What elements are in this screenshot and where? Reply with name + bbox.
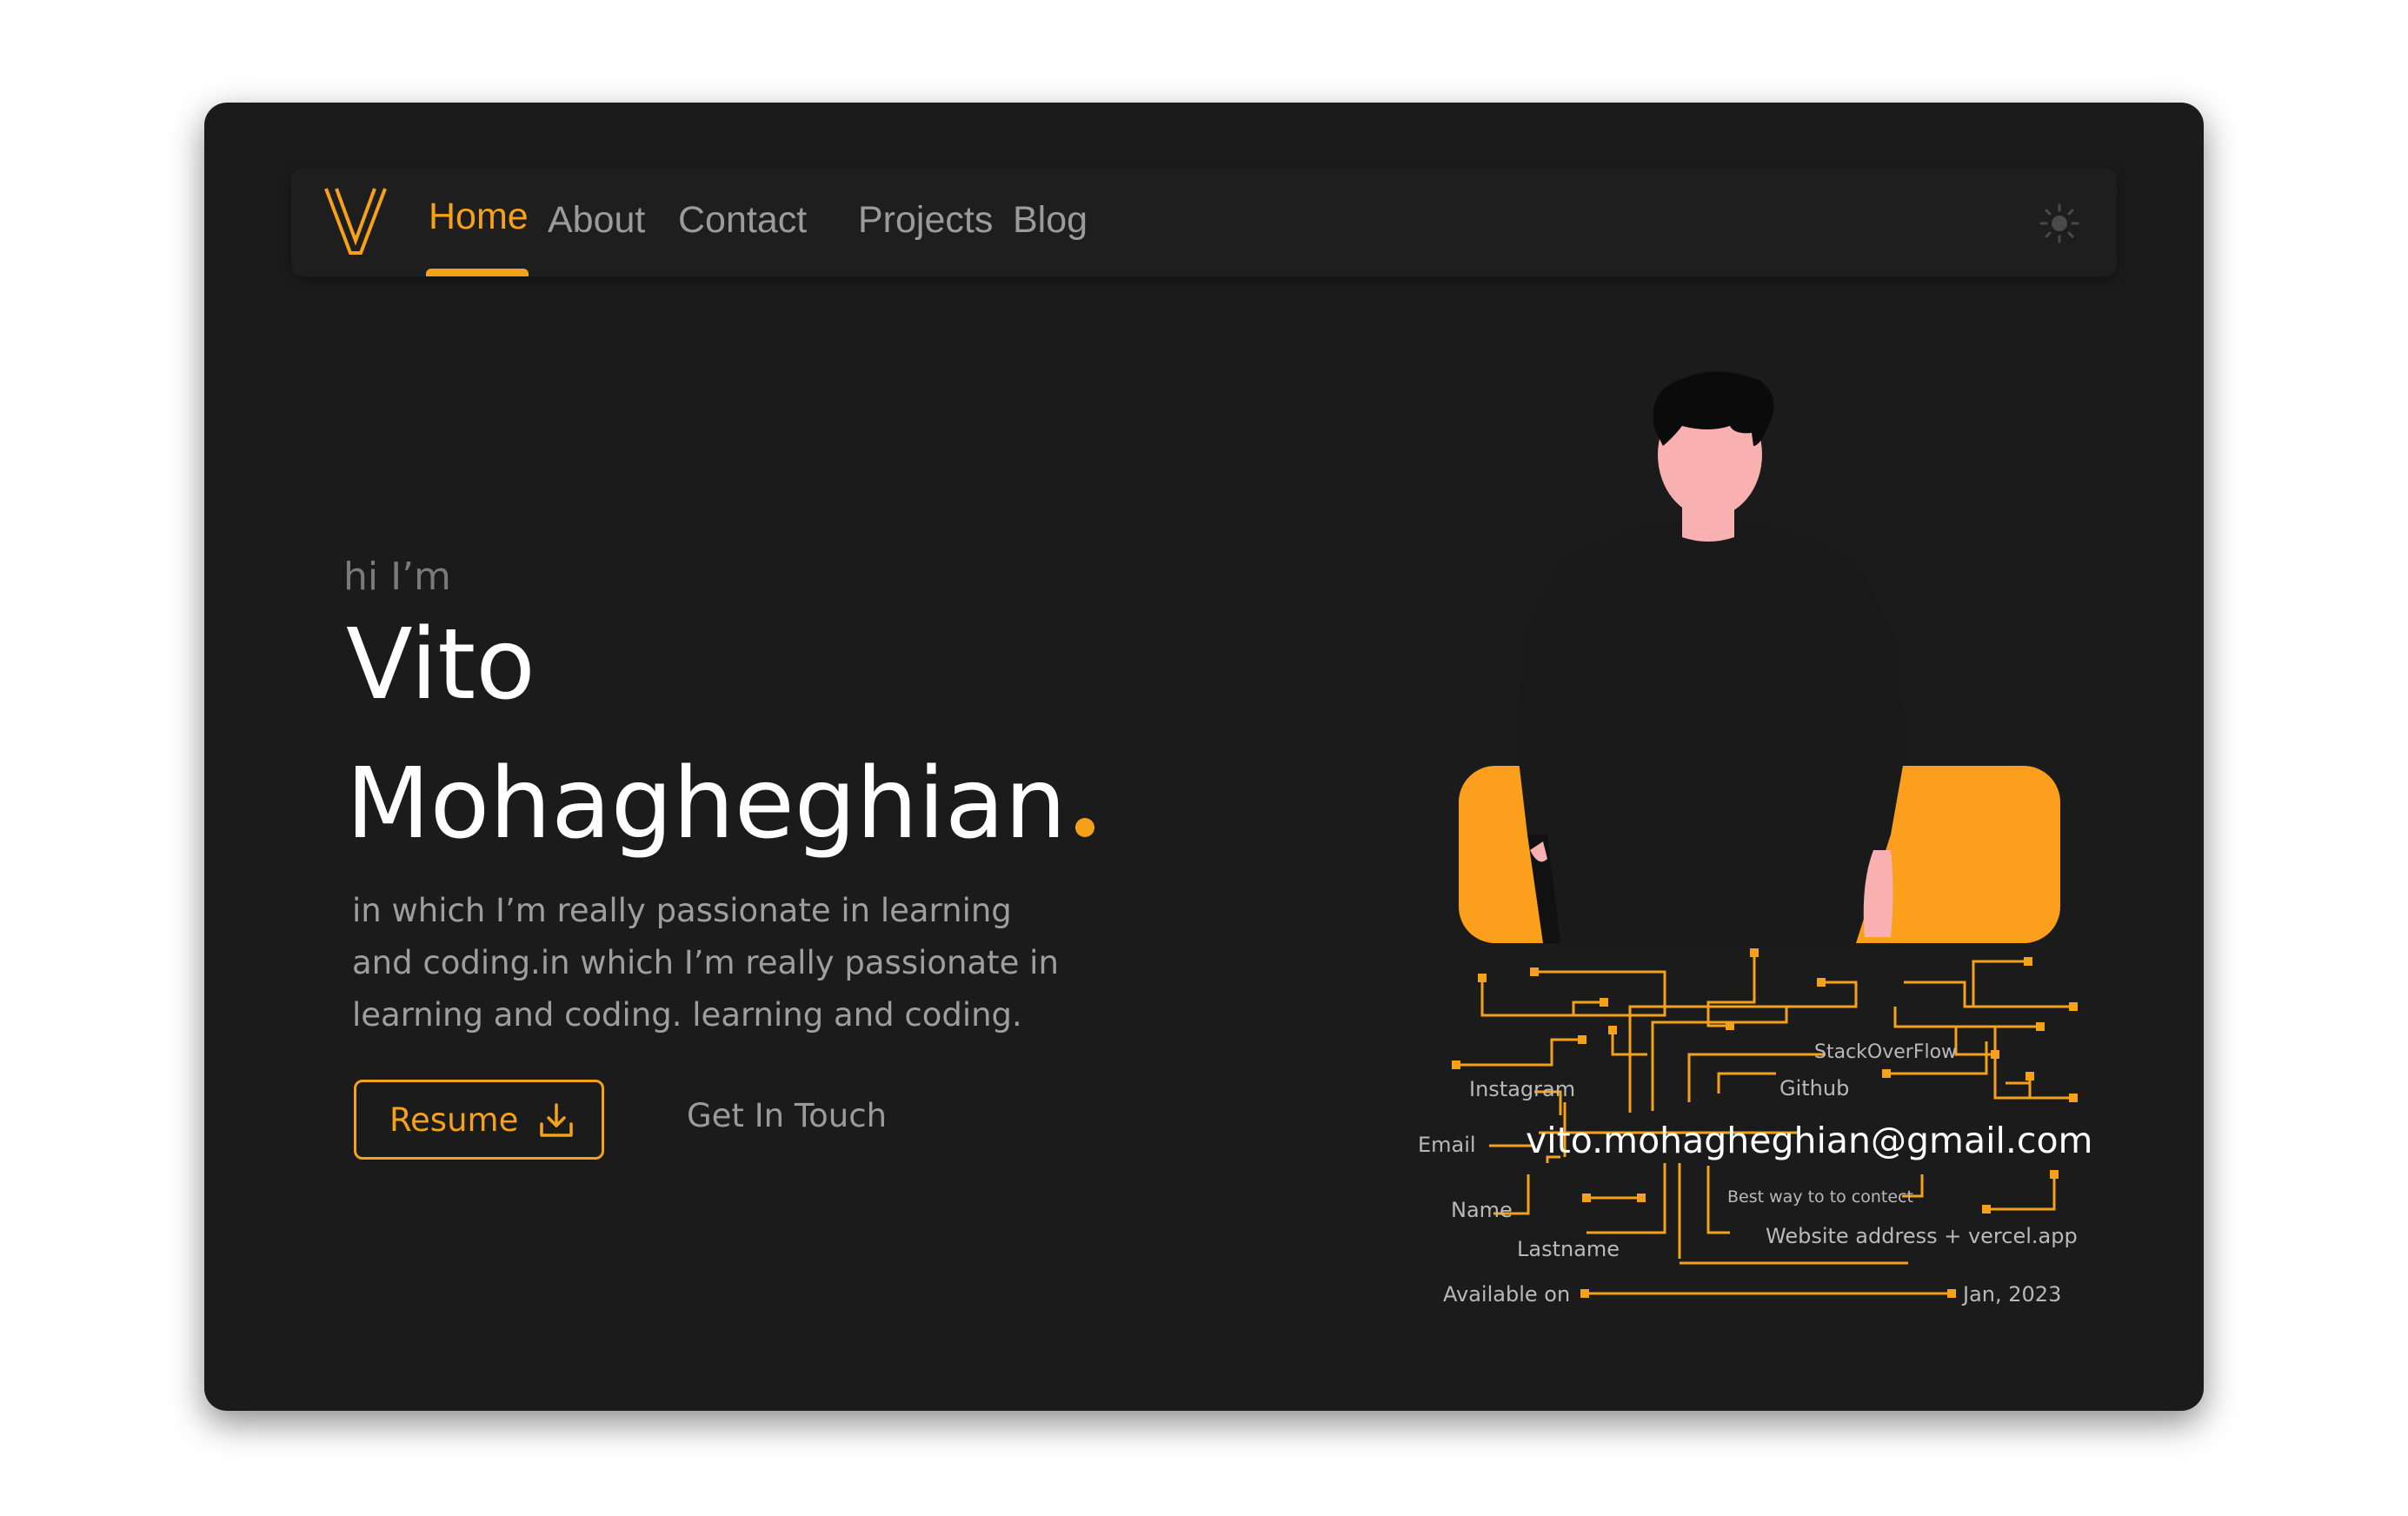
available-date: Jan, 2023 (1963, 1282, 2062, 1307)
nav-item-contact[interactable]: Contact (678, 199, 807, 242)
nav-item-blog[interactable]: Blog (1013, 199, 1088, 242)
website-label: Website address + vercel.app (1766, 1224, 2078, 1248)
email-address: vito.mohagheghian@gmail.com (1526, 1120, 2093, 1161)
name-label: Name (1451, 1198, 1513, 1222)
logo-icon[interactable] (324, 185, 387, 256)
person-figure (1517, 371, 1906, 943)
active-tab-indicator (426, 269, 529, 276)
resume-label: Resume (389, 1101, 519, 1139)
lastname-label: Lastname (1517, 1237, 1620, 1261)
nav-item-about[interactable]: About (548, 199, 645, 242)
hero-description: in which I’m really passionate in learni… (352, 892, 1059, 1034)
greeting-text: hi I’m (343, 555, 451, 599)
last-name-heading: Mohagheghian (346, 746, 1094, 862)
github-label: Github (1779, 1076, 1850, 1100)
nav-item-projects[interactable]: Projects (858, 199, 993, 242)
nav-item-home[interactable]: Home (429, 196, 529, 238)
get-in-touch-link[interactable]: Get In Touch (687, 1097, 887, 1134)
instagram-label: Instagram (1469, 1077, 1576, 1101)
sun-icon[interactable] (2039, 203, 2080, 244)
accent-dot (1074, 818, 1094, 837)
email-label: Email (1418, 1133, 1476, 1157)
available-label: Available on (1443, 1282, 1571, 1307)
app-window: Home About Contact Projects Blog hi I’m … (204, 103, 2204, 1411)
best-way-label: Best way to to contect (1727, 1187, 1913, 1207)
resume-button[interactable]: Resume (354, 1080, 604, 1160)
download-icon (537, 1101, 575, 1140)
last-name-text: Mohagheghian (346, 748, 1067, 861)
first-name-heading: Vito (346, 608, 535, 721)
navbar: Home About Contact Projects Blog (291, 168, 2117, 276)
orange-sofa-shape (1459, 766, 2060, 943)
stackoverflow-label: StackOverFlow (1814, 1041, 1958, 1063)
